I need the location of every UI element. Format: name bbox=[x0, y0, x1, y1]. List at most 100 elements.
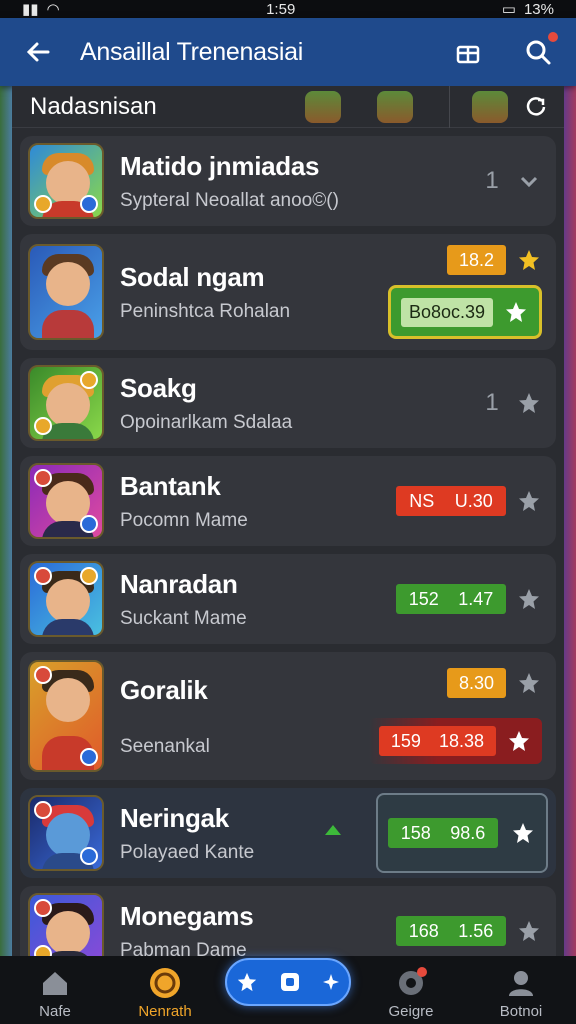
star-icon bbox=[506, 728, 532, 754]
item-name: Bantank bbox=[120, 470, 221, 501]
bonus-value: Bo8oc.39 bbox=[400, 297, 493, 327]
avatar bbox=[28, 463, 104, 539]
filter-label: Nadasnisan bbox=[30, 92, 157, 120]
list-item[interactable]: Nanradan Suckant Mame 152 1.47 bbox=[20, 554, 556, 644]
character-thumb-1[interactable] bbox=[305, 90, 341, 123]
coin-icon bbox=[34, 567, 52, 585]
item-subtitle: Opoinarlkam Sdalaa bbox=[120, 411, 293, 433]
item-subtitle: Pabman Dame bbox=[120, 939, 247, 957]
list-item[interactable]: Matido jnmiadas Sypteral Neoallat anoo©(… bbox=[20, 136, 556, 226]
star-icon[interactable] bbox=[516, 390, 542, 416]
stat-a: 158 bbox=[400, 822, 431, 843]
list-item[interactable]: Neringak Polayaed Kante 158 98.6 bbox=[20, 788, 556, 878]
nav-label: Botnoi bbox=[499, 1003, 543, 1020]
item-name: Nanradan bbox=[120, 568, 238, 599]
badge-icon bbox=[80, 748, 98, 766]
bottom-nav: Nafe Nenrath Geigre Botnoi bbox=[0, 956, 576, 1024]
trend-up-icon bbox=[320, 820, 346, 846]
list-item[interactable]: Sodal ngam Peninshtca Rohalan 18.2 Bo8oc… bbox=[20, 234, 556, 350]
battery-icon: ▭ bbox=[501, 1, 516, 18]
game-list: Matido jnmiadas Sypteral Neoallat anoo©(… bbox=[12, 128, 564, 956]
star-icon[interactable] bbox=[516, 586, 542, 612]
stat-pill: 168 1.56 bbox=[396, 916, 506, 946]
star-icon[interactable] bbox=[516, 670, 542, 696]
gift-icon bbox=[456, 45, 480, 64]
coin-icon bbox=[34, 195, 52, 213]
divider bbox=[449, 86, 450, 128]
item-name: Matido jnmiadas bbox=[120, 150, 320, 181]
badge-icon bbox=[80, 847, 98, 865]
highlight-row[interactable]: 159 18.38 bbox=[368, 718, 542, 764]
stat-b: 98.6 bbox=[450, 822, 486, 843]
nav-label: Nenrath bbox=[138, 1003, 192, 1020]
character-thumb-3[interactable] bbox=[472, 90, 508, 123]
bonus-box[interactable]: Bo8oc.39 bbox=[387, 285, 542, 339]
item-subtitle: Pocomn Mame bbox=[120, 509, 248, 531]
nav-label: Geigre bbox=[388, 1003, 434, 1020]
list-item[interactable]: Monegams Pabman Dame 168 1.56 bbox=[20, 886, 556, 956]
star-icon[interactable] bbox=[516, 918, 542, 944]
coin-icon bbox=[34, 801, 52, 819]
item-subtitle: Suckant Mame bbox=[120, 607, 247, 629]
battery-level: 13% bbox=[523, 0, 554, 18]
list-item[interactable]: Soakg Opoinarlkam Sdalaa 1 bbox=[20, 358, 556, 448]
list-item[interactable]: Goralik Seenankal 8.30 159 18.38 bbox=[20, 652, 556, 780]
stat-a: 159 bbox=[390, 730, 421, 751]
home-icon bbox=[37, 965, 73, 1001]
stat-pill: 159 18.38 bbox=[378, 726, 496, 756]
notification-dot bbox=[417, 967, 427, 977]
chevron-down-icon[interactable] bbox=[516, 168, 542, 194]
stat-pill: 158 98.6 bbox=[388, 818, 498, 848]
item-name: Monegams bbox=[120, 900, 254, 931]
avatar bbox=[28, 365, 104, 441]
nav-profile[interactable]: Botnoi bbox=[471, 965, 571, 1020]
coin-icon bbox=[34, 945, 52, 956]
list-item[interactable]: Bantank Pocomn Mame NS U.30 bbox=[20, 456, 556, 546]
stat-pill: NS U.30 bbox=[396, 486, 506, 516]
nav-games[interactable]: Geigre bbox=[361, 965, 461, 1020]
coin-icon bbox=[80, 371, 98, 389]
search-icon bbox=[526, 40, 551, 65]
center-action-button[interactable] bbox=[225, 958, 351, 1006]
score-badge: 18.2 bbox=[446, 245, 506, 275]
wifi-icon: ◠ bbox=[46, 1, 60, 18]
back-arrow-icon bbox=[26, 42, 50, 62]
nav-label: Nafe bbox=[39, 1003, 71, 1020]
filter-row: Nadasnisan bbox=[12, 86, 564, 128]
search-button[interactable] bbox=[516, 30, 560, 74]
avatar bbox=[28, 795, 104, 871]
gamepad-icon bbox=[393, 965, 429, 1001]
badge-icon bbox=[80, 515, 98, 533]
globe-icon bbox=[147, 965, 183, 1001]
stat-b: U.30 bbox=[454, 490, 493, 511]
item-count: 1 bbox=[485, 389, 499, 416]
item-subtitle: Polayaed Kante bbox=[120, 841, 255, 863]
app-bar: Ansaillal Trenenasiai bbox=[0, 18, 576, 86]
signal-icon: ▮▮ bbox=[22, 1, 39, 18]
star-icon[interactable] bbox=[516, 247, 542, 273]
avatar bbox=[28, 660, 104, 772]
badge-icon bbox=[80, 195, 98, 213]
back-button[interactable] bbox=[16, 30, 60, 74]
star-icon bbox=[238, 972, 257, 992]
content-panel: Nadasnisan Matido jnmiadas Sypteral Neoa… bbox=[12, 86, 564, 956]
nav-home[interactable]: Nafe bbox=[5, 965, 105, 1020]
item-subtitle: Seenankal bbox=[120, 735, 210, 757]
item-subtitle: Peninshtca Rohalan bbox=[120, 300, 291, 322]
coin-icon bbox=[34, 899, 52, 917]
gift-button[interactable] bbox=[446, 30, 490, 74]
coin-icon bbox=[34, 666, 52, 684]
nav-network[interactable]: Nenrath bbox=[115, 965, 215, 1020]
stat-b: 1.47 bbox=[458, 588, 494, 609]
stat-b: 18.38 bbox=[438, 730, 484, 751]
character-thumb-2[interactable] bbox=[377, 90, 413, 123]
stat-pill: 152 1.47 bbox=[396, 584, 506, 614]
avatar bbox=[28, 244, 104, 340]
star-icon[interactable] bbox=[516, 488, 542, 514]
coin-icon bbox=[80, 567, 98, 585]
item-count: 1 bbox=[485, 167, 499, 194]
star-icon bbox=[503, 299, 529, 325]
refresh-button[interactable] bbox=[518, 89, 554, 125]
score-badge: 8.30 bbox=[446, 668, 506, 698]
highlight-box[interactable]: 158 98.6 bbox=[376, 793, 548, 873]
